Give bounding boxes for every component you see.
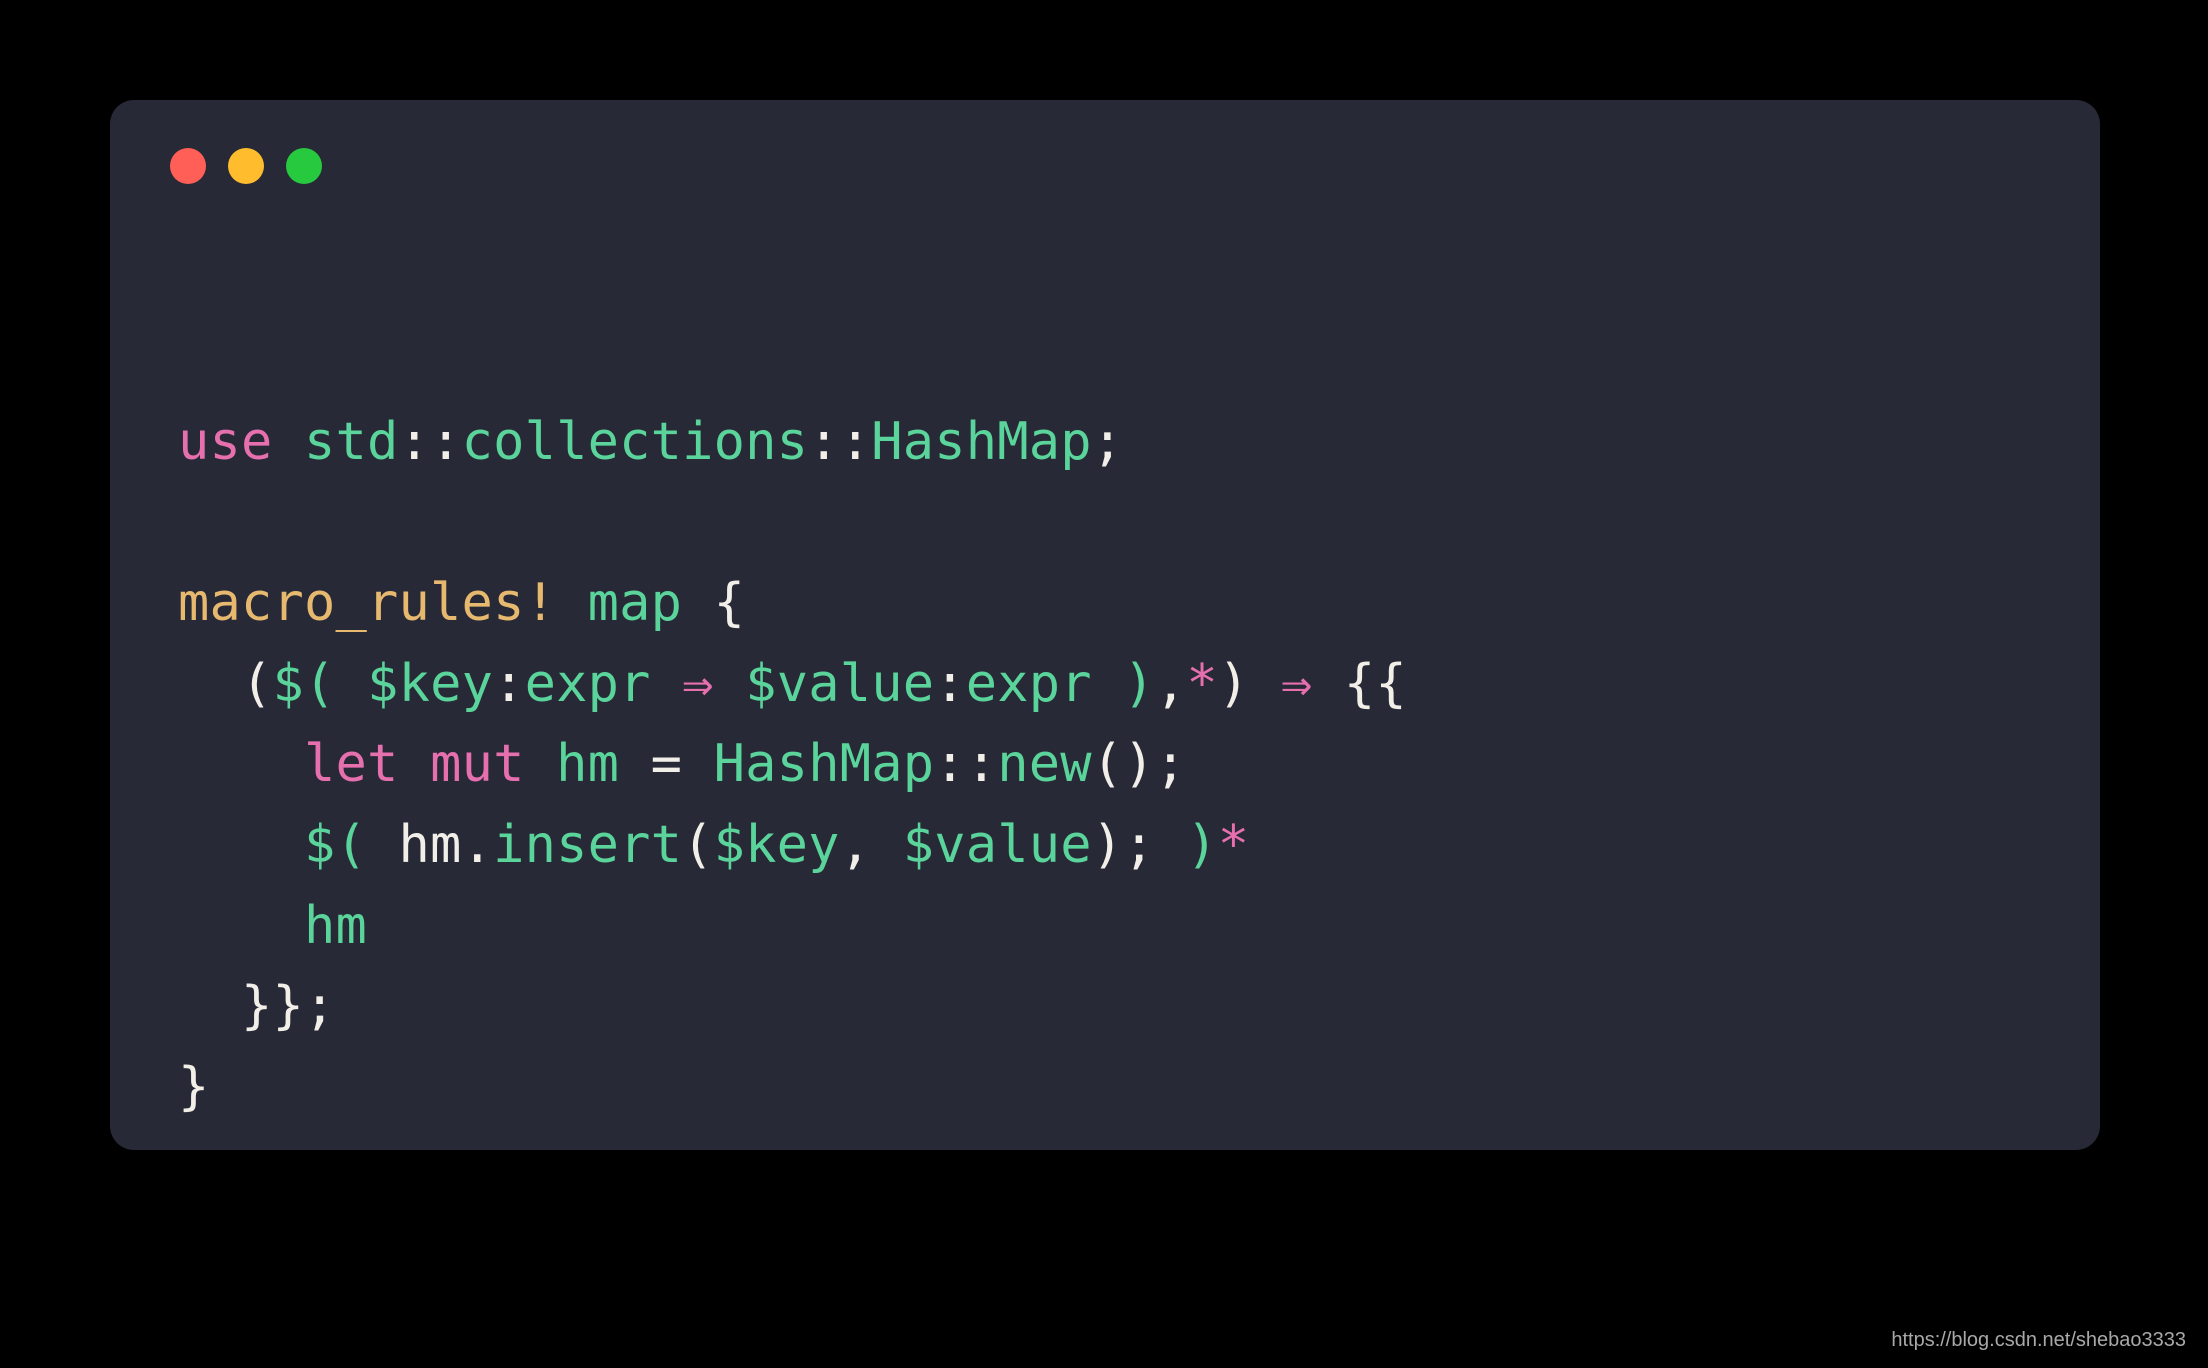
code-token: collections [462, 412, 809, 472]
code-token: std [304, 412, 399, 472]
code-token: insert [493, 815, 682, 875]
code-token: : [934, 654, 966, 714]
code-token: ) [1186, 815, 1218, 875]
code-token: $( [304, 815, 367, 875]
code-token [178, 815, 304, 875]
code-token: expr [525, 654, 651, 714]
code-token: ⇒ [1281, 654, 1313, 714]
code-token [1092, 654, 1124, 714]
code-token [399, 734, 431, 794]
code-token: } [178, 1057, 210, 1117]
code-token [714, 654, 746, 714]
code-token [273, 412, 305, 472]
code-token: ( [241, 654, 273, 714]
code-token: , [840, 815, 903, 875]
code-token: $value [745, 654, 934, 714]
code-token: ; [1092, 412, 1124, 472]
code-token [556, 573, 588, 633]
code-token: , [1155, 654, 1187, 714]
code-token: $key [714, 815, 840, 875]
code-token: $( [273, 654, 336, 714]
code-token: ) [1123, 654, 1155, 714]
code-token: HashMap [714, 734, 935, 794]
code-token: * [1186, 654, 1218, 714]
code-token: : [493, 654, 525, 714]
code-token: hm [556, 734, 619, 794]
code-token: = [619, 734, 714, 794]
code-token: :: [808, 412, 871, 472]
minimize-icon [228, 148, 264, 184]
code-token: expr [966, 654, 1092, 714]
code-token [651, 654, 683, 714]
code-token [178, 734, 304, 794]
code-token [525, 734, 557, 794]
watermark-text: https://blog.csdn.net/shebao3333 [1891, 1329, 2186, 1352]
code-token: use [178, 412, 273, 472]
code-token: hm [304, 896, 367, 956]
code-token [336, 654, 368, 714]
zoom-icon [286, 148, 322, 184]
code-token: $key [367, 654, 493, 714]
code-token: macro_rules! [178, 573, 556, 633]
window-traffic-lights [170, 148, 322, 184]
code-token: mut [430, 734, 525, 794]
code-token: hm. [367, 815, 493, 875]
code-block: use std::collections::HashMap; macro_rul… [178, 402, 1407, 1127]
code-token: }}; [178, 976, 336, 1036]
code-token: :: [399, 412, 462, 472]
code-token: let [304, 734, 399, 794]
code-token: new [997, 734, 1092, 794]
code-token: ⇒ [682, 654, 714, 714]
code-token: $value [903, 815, 1092, 875]
code-token: * [1218, 815, 1250, 875]
close-icon [170, 148, 206, 184]
code-token: ); [1092, 815, 1187, 875]
code-token: ( [682, 815, 714, 875]
code-card: use std::collections::HashMap; macro_rul… [110, 100, 2100, 1150]
code-token [178, 654, 241, 714]
code-token: ) [1218, 654, 1281, 714]
code-token: map [588, 573, 683, 633]
code-token: {{ [1312, 654, 1407, 714]
code-token: :: [934, 734, 997, 794]
code-token [178, 896, 304, 956]
code-token: { [682, 573, 745, 633]
code-token: HashMap [871, 412, 1092, 472]
code-token: (); [1092, 734, 1187, 794]
